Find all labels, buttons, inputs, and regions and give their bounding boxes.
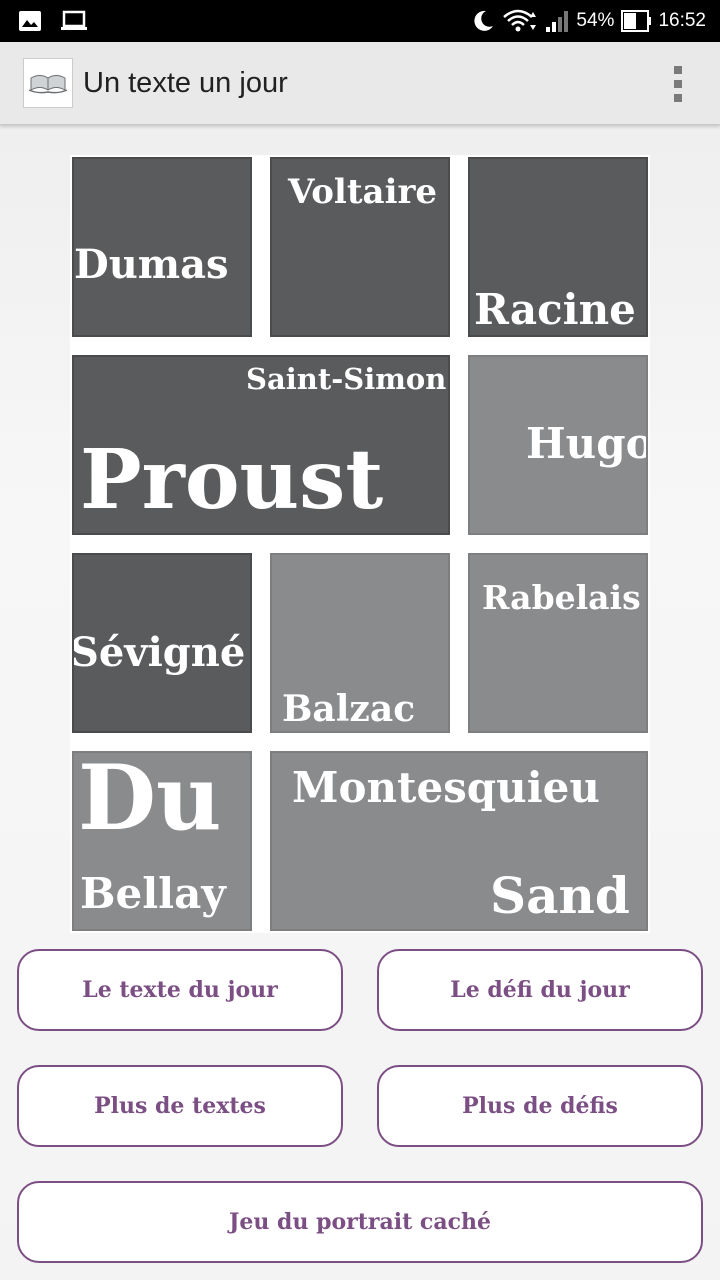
tile-rabelais: Rabelais: [468, 553, 648, 733]
wifi-icon: [502, 8, 538, 34]
tile-voltaire: Voltaire: [270, 157, 450, 337]
battery-percent: 54%: [576, 10, 615, 31]
battery-icon: [620, 8, 652, 34]
author-hugo: Hugo: [526, 419, 648, 468]
defi-du-jour-button[interactable]: Le défi du jour: [377, 949, 703, 1031]
author-dumas: Dumas: [74, 241, 229, 288]
author-du: Du: [78, 751, 222, 851]
app-title: Un texte un jour: [83, 66, 288, 99]
tile-sevigne: Sévigné: [72, 553, 252, 733]
clock: 16:52: [658, 10, 706, 31]
tile-du-bellay: Du Bellay: [72, 751, 252, 931]
author-montesquieu: Montesquieu: [292, 763, 600, 812]
app-logo-book-icon: [23, 58, 73, 108]
overflow-menu-icon[interactable]: [674, 66, 682, 102]
gallery-notification-icon: [18, 10, 42, 32]
author-proust: Proust: [80, 432, 384, 528]
signal-icon: [544, 8, 570, 34]
author-balzac: Balzac: [282, 688, 416, 730]
tile-montesquieu-sand: Montesquieu Sand: [270, 751, 648, 931]
author-sevigne: Sévigné: [72, 629, 246, 676]
author-voltaire: Voltaire: [288, 172, 438, 212]
author-rabelais: Rabelais: [482, 578, 641, 617]
tile-balzac: Balzac: [270, 553, 450, 733]
author-racine: Racine: [474, 285, 636, 334]
status-bar: 54% 16:52: [0, 0, 720, 42]
tile-racine: Racine: [468, 157, 648, 337]
tile-hugo: Hugo: [468, 355, 648, 535]
tile-dumas: Dumas: [72, 157, 252, 337]
do-not-disturb-moon-icon: [470, 8, 496, 34]
app-bar: Un texte un jour: [0, 42, 720, 125]
author-saint-simon: Saint-Simon: [246, 362, 447, 396]
plus-de-defis-button[interactable]: Plus de défis: [377, 1065, 703, 1147]
texte-du-jour-button[interactable]: Le texte du jour: [17, 949, 343, 1031]
author-bellay: Bellay: [80, 869, 226, 918]
tile-proust: Saint-Simon Proust: [72, 355, 450, 535]
laptop-notification-icon: [60, 10, 88, 32]
plus-de-textes-button[interactable]: Plus de textes: [17, 1065, 343, 1147]
author-mosaic-image: Dumas Voltaire Racine Saint-Simon Proust…: [70, 155, 650, 933]
portrait-cache-button[interactable]: Jeu du portrait caché: [17, 1181, 703, 1263]
author-sand: Sand: [490, 866, 630, 925]
